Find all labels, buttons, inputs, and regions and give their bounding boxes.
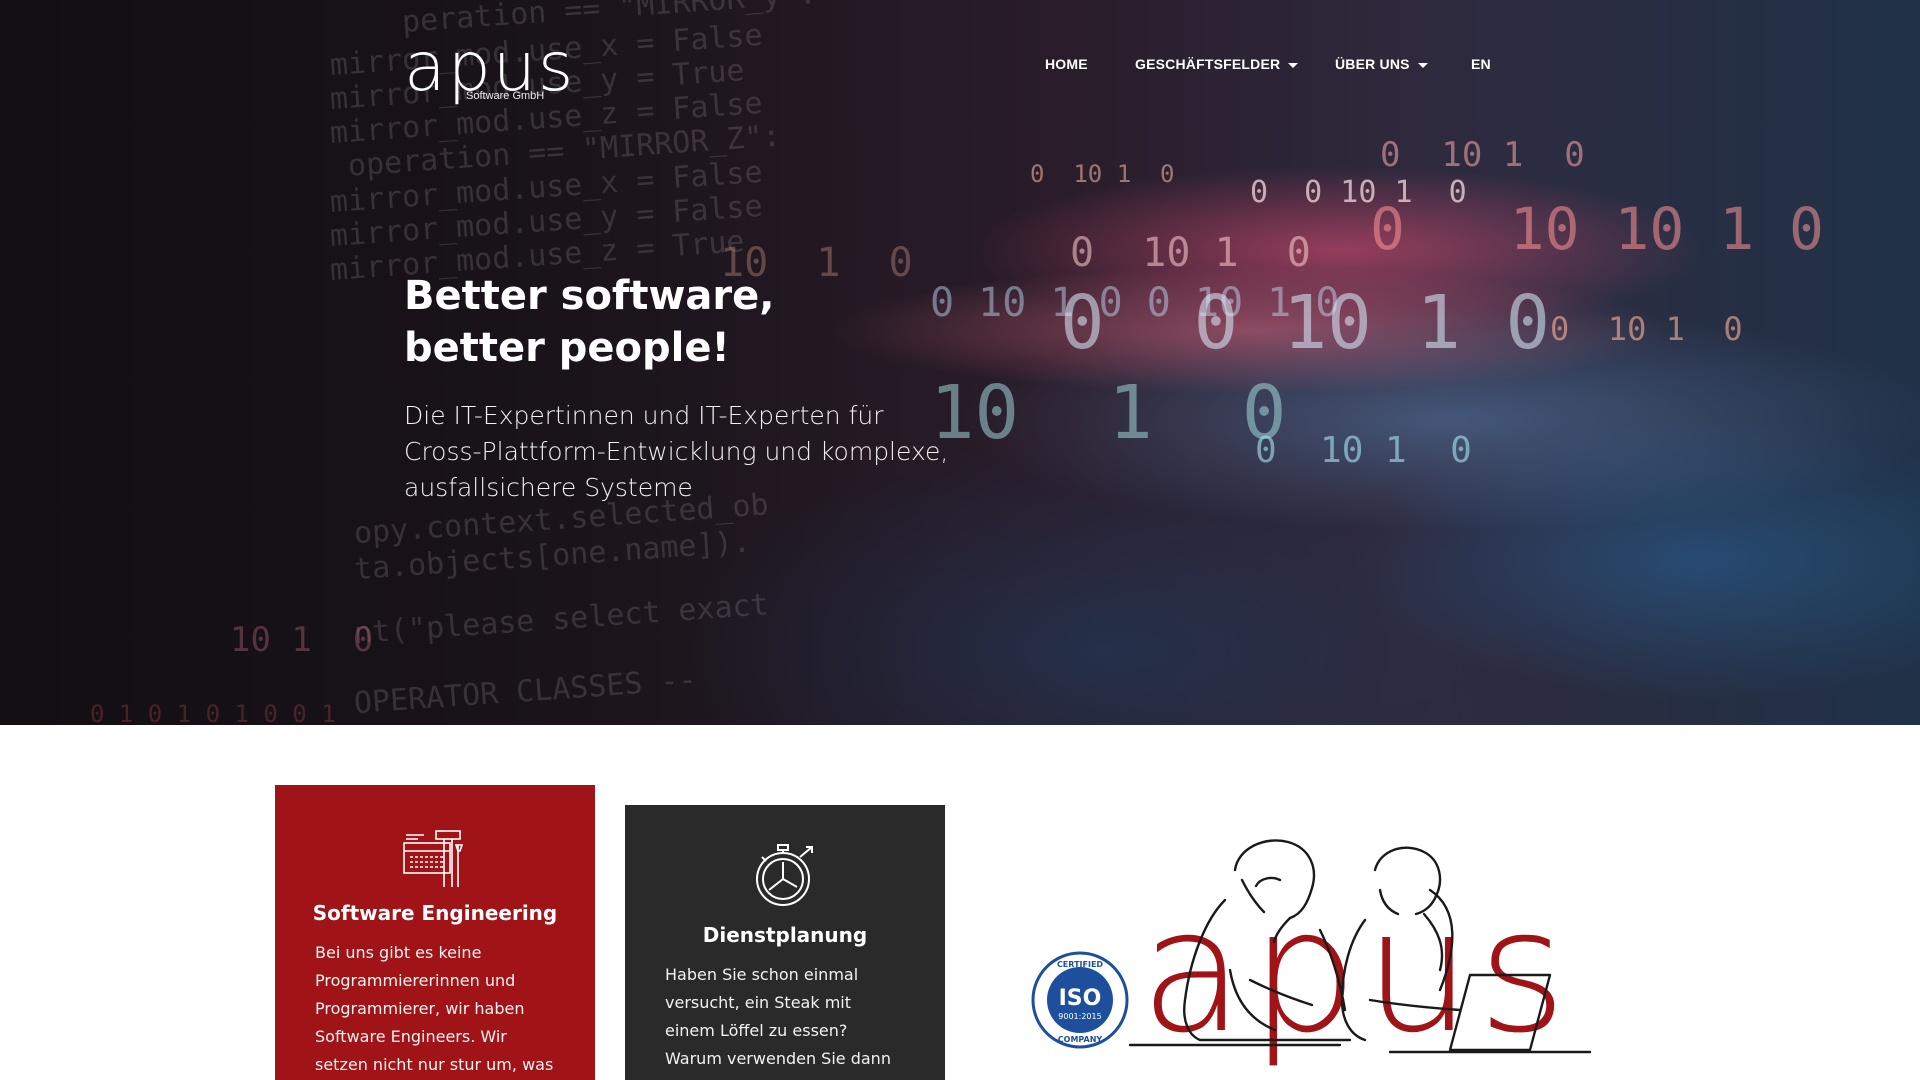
nav-ueber-uns-label: ÜBER UNS — [1335, 56, 1410, 72]
card-dienstplanung[interactable]: Dienstplanung Haben Sie schon einmal ver… — [625, 805, 945, 1080]
nav-language-label: EN — [1471, 56, 1491, 72]
caret-down-icon — [1417, 62, 1428, 68]
card-text: Haben Sie schon einmal versucht, ein Ste… — [665, 965, 891, 1080]
hero-subline: Die IT-Expertinnen und IT-Experten für C… — [404, 401, 949, 502]
card-title: Dienstplanung — [702, 923, 868, 947]
card-title: Software Engineering — [312, 901, 558, 925]
card-software-engineering[interactable]: Software Engineering Bei uns gibt es kei… — [275, 785, 595, 1080]
caret-down-icon — [1288, 62, 1299, 68]
illustration-wordmark: apus — [1140, 873, 1572, 1071]
keyboard-tools-icon — [403, 830, 464, 887]
main-nav: HOME GESCHÄFTSFELDER ÜBER UNS EN — [0, 56, 1920, 76]
nav-geschaeftsfelder-label: GESCHÄFTSFELDER — [1135, 56, 1281, 72]
nav-home[interactable]: HOME — [1045, 56, 1088, 72]
site-header: apus Software GmbH HOME GESCHÄFTSFELDER … — [0, 0, 1920, 130]
apus-logo[interactable]: apus Software GmbH — [404, 34, 586, 116]
card-text: Bei uns gibt es keine Programmiererinnen… — [315, 943, 554, 1074]
nav-home-label: HOME — [1045, 56, 1088, 72]
nav-geschaeftsfelder[interactable]: GESCHÄFTSFELDER — [1135, 56, 1299, 72]
hero-headline-line1: Better software, — [404, 273, 775, 319]
nav-language-en[interactable]: EN — [1471, 56, 1491, 72]
team-at-laptop-illustration: apus — [1128, 839, 1592, 1071]
hero-headline-line2: better people! — [404, 325, 730, 371]
logo-subtitle: Software GmbH — [466, 90, 545, 102]
nav-ueber-uns[interactable]: ÜBER UNS — [1335, 56, 1428, 72]
stopwatch-icon — [756, 844, 813, 906]
hero-banner: peration == "MIRROR_y": mirror_mod.use_x… — [0, 0, 1920, 725]
hero-headline: Better software, better people! — [404, 270, 774, 374]
